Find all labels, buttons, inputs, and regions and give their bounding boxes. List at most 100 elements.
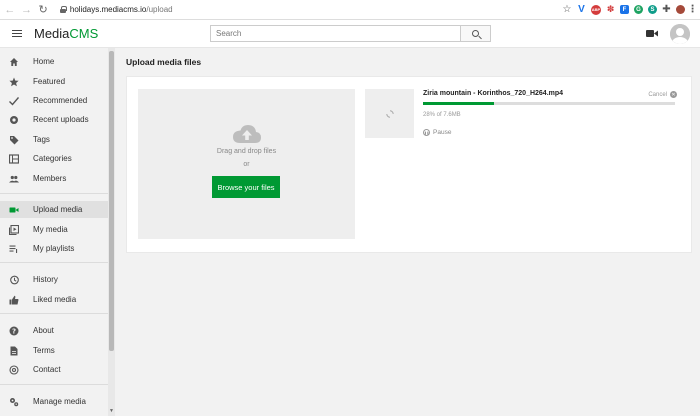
sidebar-item-label: Recent uploads	[33, 115, 89, 124]
sidebar-item-label: Tags	[33, 135, 50, 144]
video-camera-icon	[9, 205, 19, 215]
extensions-area: ☆ V ABP ✽ F G S ✚ ⋮	[562, 4, 700, 15]
search-input[interactable]	[210, 25, 460, 42]
upload-progress-text: 28% of 7.6MB	[423, 112, 461, 118]
extension-v-icon[interactable]: V	[577, 4, 586, 15]
sidebar: Home Featured Recommended Recent uploads…	[0, 48, 115, 416]
extension-s-icon[interactable]: S	[648, 5, 657, 14]
search-bar	[210, 25, 491, 42]
profile-avatar-icon[interactable]	[676, 5, 685, 14]
sidebar-item-featured[interactable]: Featured	[0, 73, 108, 90]
browser-toolbar: ← → ↻ holidays.mediacms.io/upload ☆ V AB…	[0, 0, 700, 20]
sidebar-item-contact[interactable]: Contact	[0, 361, 108, 378]
site-logo[interactable]: MediaCMS	[34, 26, 98, 41]
categories-icon	[9, 153, 19, 164]
check-icon	[9, 96, 19, 106]
extension-f-icon[interactable]: F	[620, 5, 629, 14]
lock-icon	[59, 6, 67, 13]
sidebar-item-tags[interactable]: Tags	[0, 131, 108, 148]
logo-accent-text: CMS	[69, 26, 99, 41]
playlist-icon	[9, 244, 19, 254]
sidebar-item-label: Terms	[33, 346, 55, 355]
loading-spinner-icon	[385, 109, 394, 118]
pause-label: Pause	[433, 129, 452, 136]
sidebar-divider	[0, 313, 108, 314]
upload-video-camera-icon[interactable]	[646, 29, 658, 38]
sidebar-item-recent-uploads[interactable]: Recent uploads	[0, 111, 108, 128]
sidebar-item-history[interactable]: History	[0, 271, 108, 288]
sidebar-item-liked-media[interactable]: Liked media	[0, 291, 108, 308]
hamburger-menu-icon[interactable]	[12, 29, 22, 38]
back-arrow-icon[interactable]: ←	[3, 3, 17, 17]
sidebar-item-label: Home	[33, 57, 55, 66]
sidebar-item-members[interactable]: Members	[0, 170, 108, 187]
sidebar-item-my-playlists[interactable]: My playlists	[0, 240, 108, 257]
adblock-icon[interactable]: ABP	[591, 4, 601, 15]
tag-icon	[9, 135, 19, 145]
document-icon	[9, 346, 19, 356]
pause-icon: ❚❚	[423, 129, 430, 136]
sidebar-item-label: Liked media	[33, 295, 77, 304]
upload-file-item: Ziria mountain - Korinthos_720_H264.mp4 …	[365, 89, 677, 149]
history-icon	[9, 275, 19, 285]
sidebar-item-about[interactable]: ? About	[0, 322, 108, 339]
pause-upload-button[interactable]: ❚❚ Pause	[423, 129, 451, 136]
sidebar-item-home[interactable]: Home	[0, 53, 108, 70]
sidebar-item-terms[interactable]: Terms	[0, 342, 108, 359]
page-title: Upload media files	[126, 57, 202, 67]
sidebar-item-recommended[interactable]: Recommended	[0, 92, 108, 109]
drag-drop-text: Drag and drop files	[216, 148, 277, 155]
sidebar-divider	[0, 384, 108, 385]
extensions-puzzle-icon[interactable]: ✚	[662, 4, 671, 15]
scrollbar-thumb[interactable]	[109, 51, 114, 351]
site-header: MediaCMS	[0, 20, 700, 48]
sidebar-item-upload-media[interactable]: Upload media	[0, 201, 108, 218]
members-icon	[9, 174, 19, 184]
sidebar-scrollbar[interactable]: ▼	[108, 48, 115, 416]
sidebar-item-label: Members	[33, 174, 67, 183]
user-silhouette-icon	[670, 24, 690, 44]
sidebar-item-label: History	[33, 275, 58, 284]
sidebar-divider	[0, 193, 108, 194]
sidebar-item-manage-media[interactable]: Manage media	[0, 393, 108, 410]
video-library-icon	[9, 224, 19, 235]
sidebar-item-label: My playlists	[33, 244, 75, 253]
forward-arrow-icon[interactable]: →	[20, 3, 34, 17]
upload-progress-bar	[423, 102, 675, 105]
file-thumbnail	[365, 89, 414, 138]
address-bar[interactable]: holidays.mediacms.io/upload	[55, 2, 562, 17]
url-domain: holidays.mediacms.io	[69, 5, 147, 14]
cancel-upload-button[interactable]: Cancel ✕	[648, 91, 677, 98]
browse-files-button[interactable]: Browse your files	[212, 176, 280, 198]
sidebar-item-categories[interactable]: Categories	[0, 150, 108, 167]
file-name: Ziria mountain - Korinthos_720_H264.mp4	[423, 90, 564, 97]
recent-icon	[9, 115, 19, 125]
help-icon: ?	[9, 326, 19, 336]
sidebar-item-label: Categories	[33, 154, 72, 163]
sidebar-item-label: Recommended	[33, 96, 88, 105]
upload-card: Drag and drop files or Browse your files…	[126, 76, 692, 253]
sidebar-item-label: About	[33, 326, 54, 335]
close-icon: ✕	[670, 91, 677, 98]
svg-text:?: ?	[12, 327, 16, 335]
paw-extension-icon[interactable]: ✽	[606, 4, 615, 14]
sidebar-item-label: Featured	[33, 77, 66, 86]
search-button[interactable]	[460, 25, 491, 42]
bookmark-star-icon[interactable]: ☆	[562, 4, 572, 15]
sidebar-item-label: Upload media	[33, 205, 83, 214]
search-icon	[472, 30, 479, 37]
cancel-label: Cancel	[648, 91, 667, 98]
reload-icon[interactable]: ↻	[36, 3, 50, 17]
or-text: or	[243, 161, 250, 168]
url-path: /upload	[146, 5, 173, 14]
scroll-down-arrow-icon[interactable]: ▼	[109, 408, 114, 414]
user-avatar[interactable]	[670, 24, 690, 44]
browser-menu-icon[interactable]: ⋮	[688, 4, 698, 15]
file-dropzone[interactable]: Drag and drop files or Browse your files	[138, 89, 355, 239]
home-icon	[9, 57, 19, 67]
gears-icon	[9, 397, 19, 407]
sidebar-item-label: Contact	[33, 365, 61, 374]
extension-g-icon[interactable]: G	[634, 5, 643, 14]
sidebar-item-my-media[interactable]: My media	[0, 221, 108, 238]
sidebar-item-label: My media	[33, 225, 68, 234]
